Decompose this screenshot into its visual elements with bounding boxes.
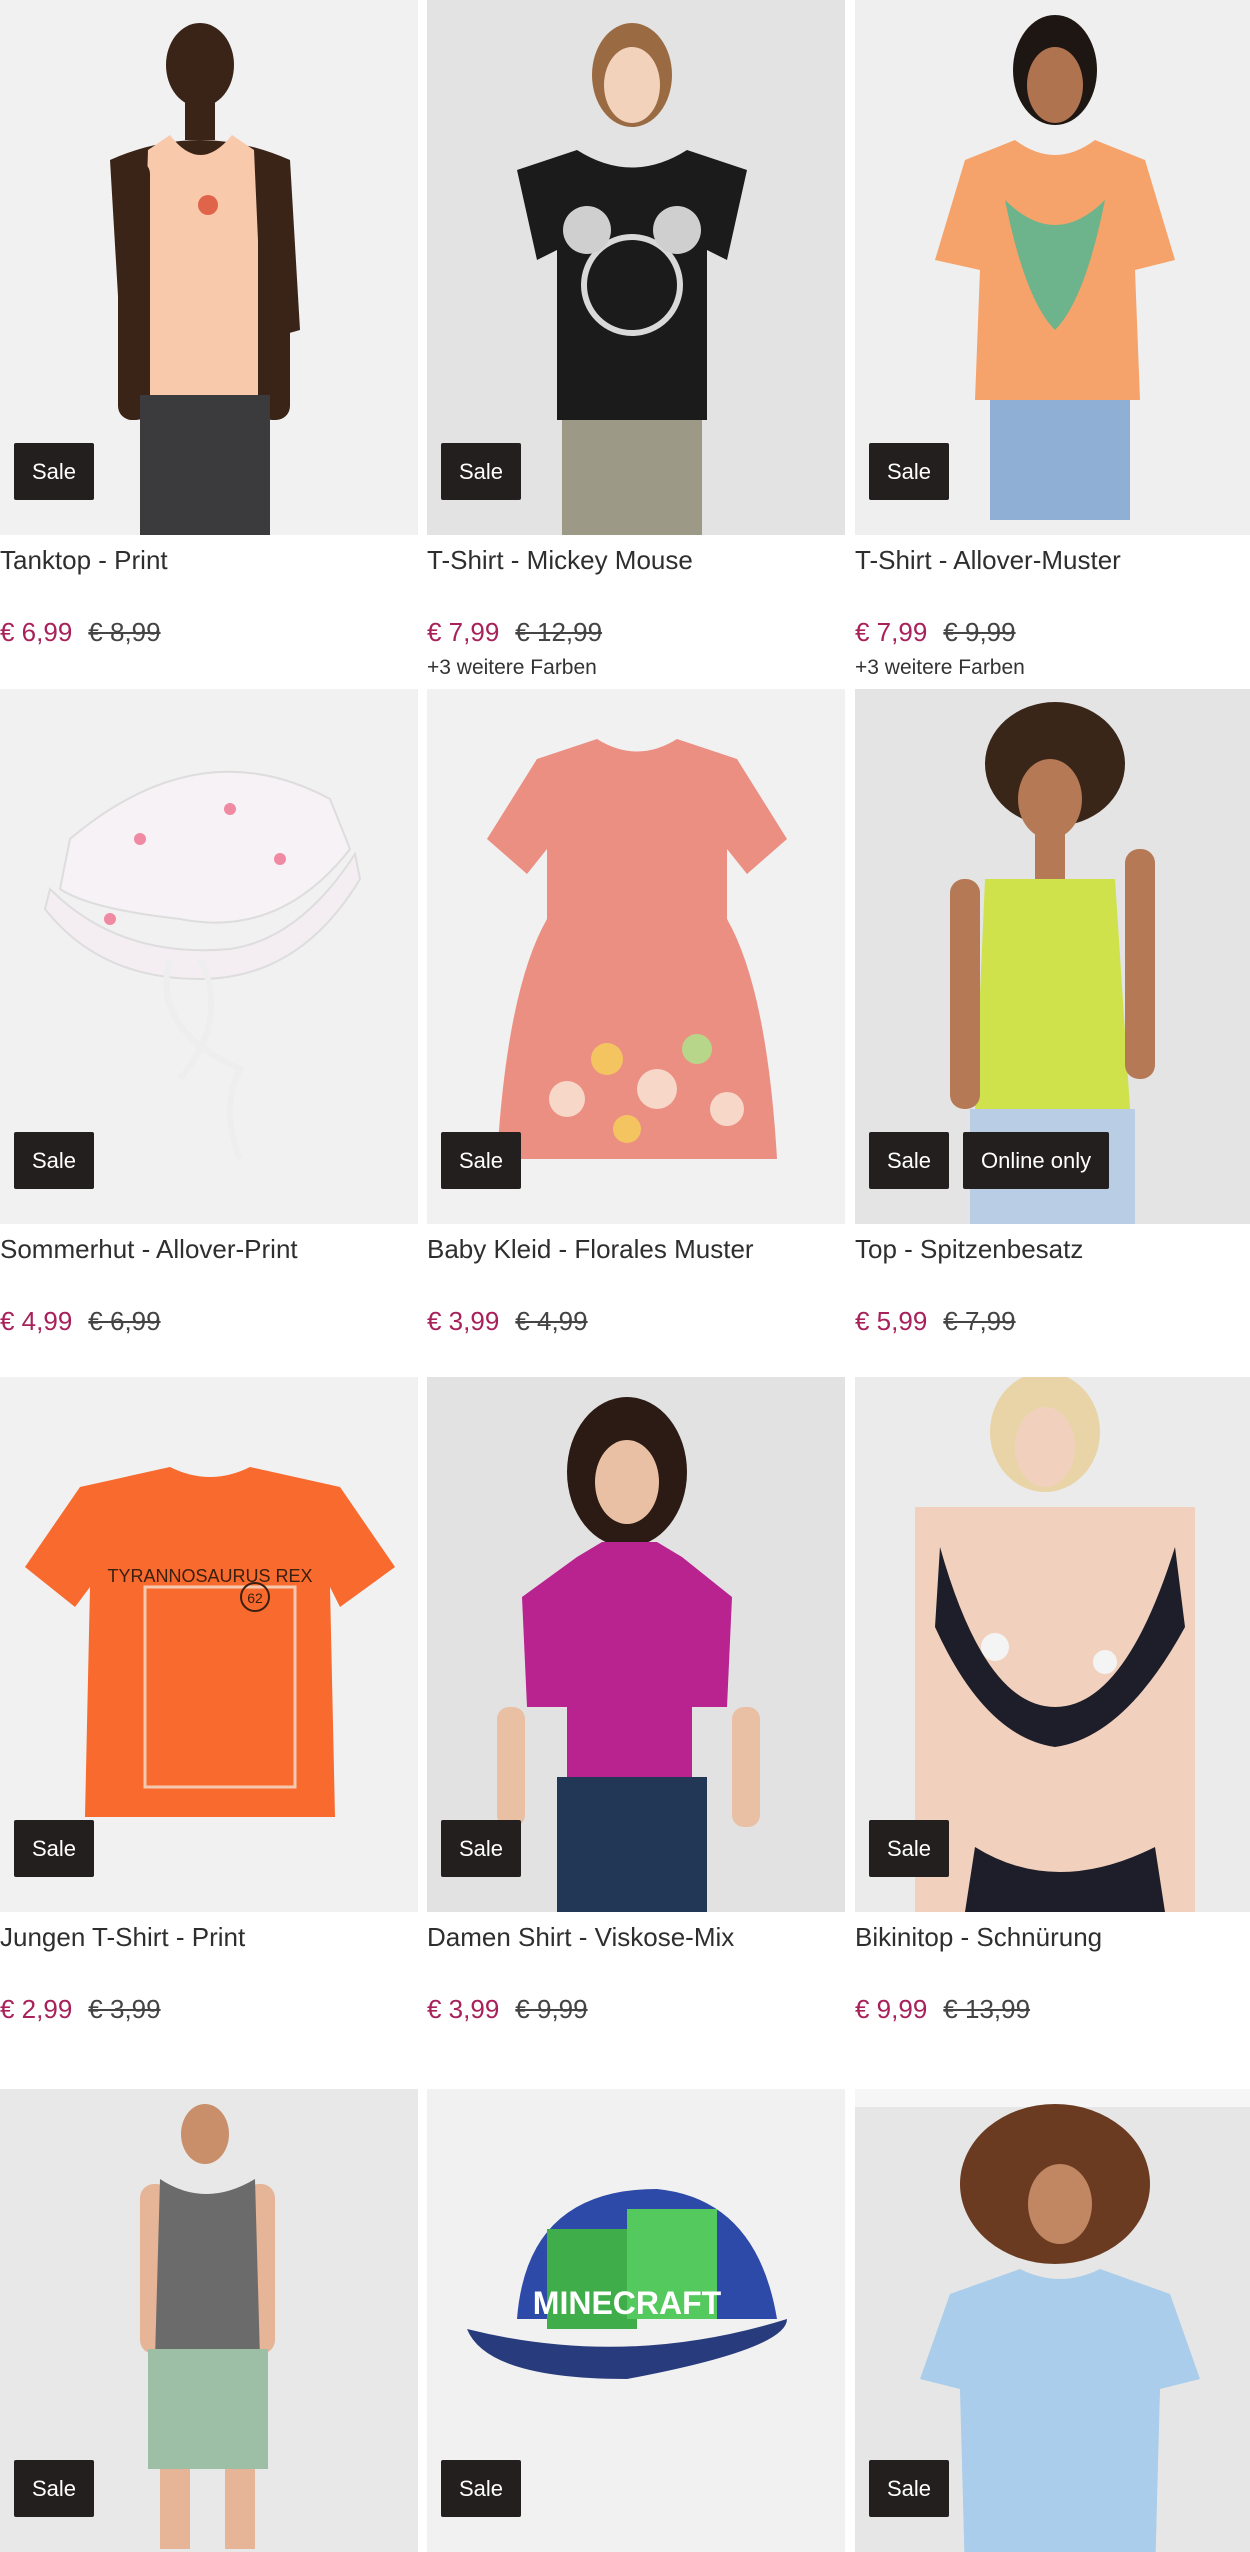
price-row: € 3,99 € 4,99 <box>427 1306 588 1337</box>
price-row: € 5,99 € 7,99 <box>855 1306 1016 1337</box>
sale-badge: Sale <box>869 1132 950 1189</box>
product-grid: Sale Tanktop - Print € 6,99 € 8,99 Sale <box>0 0 1250 2552</box>
product-image[interactable]: Sale <box>427 0 845 535</box>
sale-badge: Sale <box>441 1132 522 1189</box>
price-row: € 3,99 € 9,99 <box>427 1994 588 2025</box>
badge-group: Sale <box>869 443 950 500</box>
badge-group: Sale <box>14 443 95 500</box>
original-price: € 4,99 <box>515 1306 588 1336</box>
more-colors-link[interactable]: +3 weitere Farben <box>855 656 1025 680</box>
product-title[interactable]: Damen Shirt - Viskose-Mix <box>427 1922 734 1953</box>
print-number: 62 <box>247 1590 263 1606</box>
sale-badge: Sale <box>869 2460 950 2517</box>
product-image[interactable]: Sale <box>0 689 418 1224</box>
original-price: € 8,99 <box>88 617 161 647</box>
price-row: € 9,99 € 13,99 <box>855 1994 1030 2025</box>
product-card[interactable]: Sale Tanktop - Print € 6,99 € 8,99 <box>0 0 418 670</box>
product-title[interactable]: Top - Spitzenbesatz <box>855 1234 1083 1265</box>
product-card[interactable]: Sale T-Shirt - Allover-Muster € 7,99 € 9… <box>855 0 1250 679</box>
online-only-badge: Online only <box>963 1132 1110 1189</box>
product-image[interactable]: MINECRAFT Sale <box>427 2065 845 2552</box>
product-card[interactable]: Sale Damen Shirt - Viskose-Mix € 3,99 € … <box>427 1377 845 2047</box>
badge-group: Sale <box>441 2460 522 2517</box>
original-price: € 9,99 <box>943 617 1016 647</box>
badge-group: Sale <box>869 2460 950 2517</box>
badge-group: Sale <box>14 1132 95 1189</box>
sale-badge: Sale <box>869 1820 950 1877</box>
original-price: € 6,99 <box>88 1306 161 1336</box>
sale-badge: Sale <box>14 1132 95 1189</box>
price-row: € 4,99 € 6,99 <box>0 1306 161 1337</box>
sale-badge: Sale <box>14 443 95 500</box>
product-image[interactable]: Sale Online only <box>855 689 1250 1224</box>
product-image[interactable]: Sale <box>855 2065 1250 2552</box>
product-card[interactable]: TYRANNOSAURUS REX 62 Sale Jungen T-Shirt… <box>0 1377 418 2047</box>
product-title[interactable]: Jungen T-Shirt - Print <box>0 1922 245 1953</box>
price-row: € 7,99 € 12,99 <box>427 617 602 648</box>
product-image[interactable]: TYRANNOSAURUS REX 62 Sale <box>0 1377 418 1912</box>
badge-group: Sale Online only <box>869 1132 1110 1189</box>
product-image[interactable]: Sale <box>427 1377 845 1912</box>
sale-badge: Sale <box>441 1820 522 1877</box>
product-title[interactable]: Tanktop - Print <box>0 545 168 576</box>
badge-group: Sale <box>441 443 522 500</box>
badge-group: Sale <box>869 1820 950 1877</box>
product-title[interactable]: T-Shirt - Allover-Muster <box>855 545 1121 576</box>
product-card[interactable]: Sale <box>855 2065 1250 2552</box>
badge-group: Sale <box>441 1820 522 1877</box>
sale-price: € 5,99 <box>855 1306 928 1336</box>
sale-price: € 2,99 <box>0 1994 73 2024</box>
sale-badge: Sale <box>14 2460 95 2517</box>
more-colors-link[interactable]: +3 weitere Farben <box>427 656 597 680</box>
product-title[interactable]: Baby Kleid - Florales Muster <box>427 1234 754 1265</box>
sale-price: € 9,99 <box>855 1994 928 2024</box>
original-price: € 12,99 <box>515 617 603 647</box>
product-title[interactable]: Sommerhut - Allover-Print <box>0 1234 298 1265</box>
product-card[interactable]: Sale Bikinitop - Schnürung € 9,99 € 13,9… <box>855 1377 1250 2047</box>
sale-price: € 3,99 <box>427 1994 500 2024</box>
product-image[interactable]: Sale <box>855 0 1250 535</box>
product-card[interactable]: Sale Online only Top - Spitzenbesatz € 5… <box>855 689 1250 1359</box>
sale-badge: Sale <box>441 2460 522 2517</box>
product-card[interactable]: Sale <box>0 2065 418 2552</box>
product-image[interactable]: Sale <box>427 689 845 1224</box>
original-price: € 9,99 <box>515 1994 588 2024</box>
badge-group: Sale <box>441 1132 522 1189</box>
badge-group: Sale <box>14 1820 95 1877</box>
sale-price: € 7,99 <box>855 617 928 647</box>
sale-badge: Sale <box>14 1820 95 1877</box>
product-image[interactable]: Sale <box>855 1377 1250 1912</box>
product-title[interactable]: T-Shirt - Mickey Mouse <box>427 545 693 576</box>
price-row: € 6,99 € 8,99 <box>0 617 161 648</box>
product-card[interactable]: Sale Sommerhut - Allover-Print € 4,99 € … <box>0 689 418 1359</box>
price-row: € 7,99 € 9,99 <box>855 617 1016 648</box>
sale-price: € 4,99 <box>0 1306 73 1336</box>
badge-group: Sale <box>14 2460 95 2517</box>
cap-print-text: MINECRAFT <box>533 2285 722 2321</box>
product-card[interactable]: Sale T-Shirt - Mickey Mouse € 7,99 € 12,… <box>427 0 845 679</box>
product-image[interactable]: Sale <box>0 0 418 535</box>
sale-badge: Sale <box>869 443 950 500</box>
price-row: € 2,99 € 3,99 <box>0 1994 161 2025</box>
product-title[interactable]: Bikinitop - Schnürung <box>855 1922 1102 1953</box>
original-price: € 13,99 <box>943 1994 1031 2024</box>
sale-price: € 3,99 <box>427 1306 500 1336</box>
sale-price: € 6,99 <box>0 617 73 647</box>
product-image[interactable]: Sale <box>0 2065 418 2552</box>
sale-price: € 7,99 <box>427 617 500 647</box>
print-text: TYRANNOSAURUS REX <box>107 1566 312 1586</box>
product-card[interactable]: MINECRAFT Sale <box>427 2065 845 2552</box>
original-price: € 7,99 <box>943 1306 1016 1336</box>
product-card[interactable]: Sale Baby Kleid - Florales Muster € 3,99… <box>427 689 845 1359</box>
sale-badge: Sale <box>441 443 522 500</box>
original-price: € 3,99 <box>88 1994 161 2024</box>
